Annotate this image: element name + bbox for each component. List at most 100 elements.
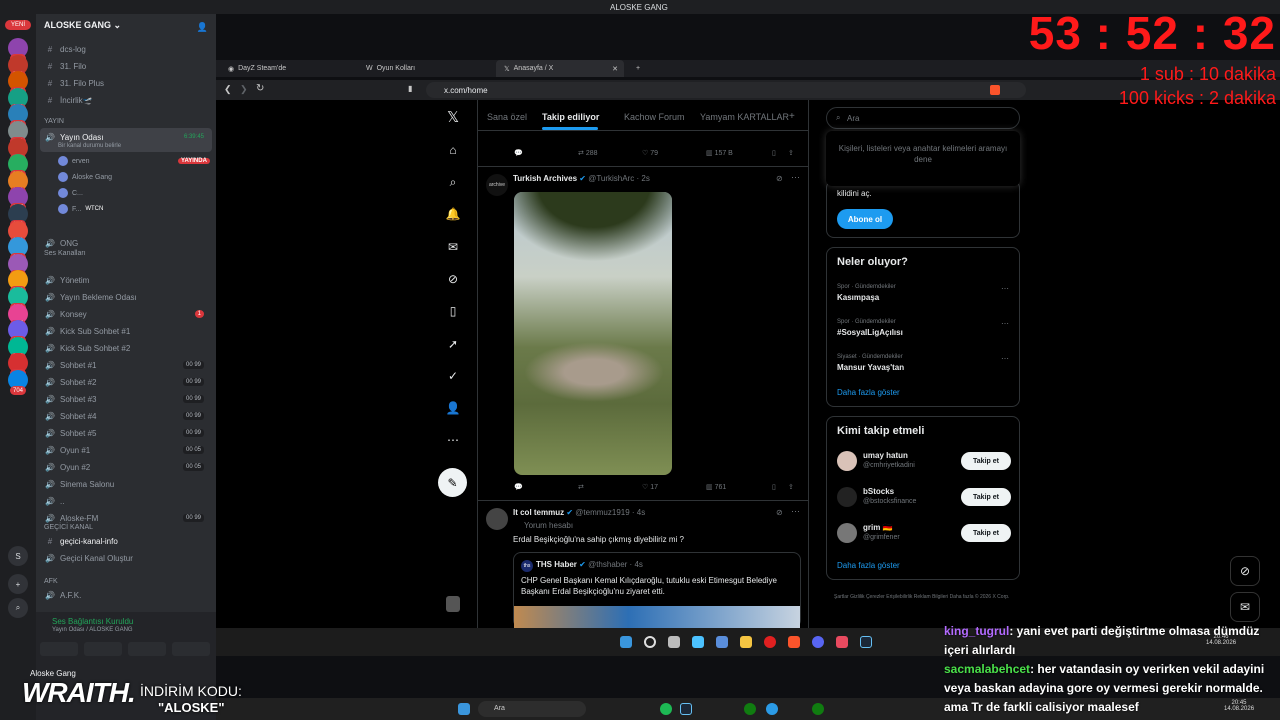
post2-handle[interactable]: @temmuz1919 · 4s (575, 508, 645, 517)
channel-voice[interactable]: 🔊 Aloske-FM 00 99 (44, 511, 210, 525)
jobs-icon[interactable]: ➚ (443, 334, 463, 354)
share-icon[interactable]: ⇪ (788, 149, 794, 157)
voice-user[interactable]: erven YAYINDA (58, 156, 210, 166)
spotify-icon[interactable] (660, 703, 672, 715)
views-count[interactable]: ▥ 157 B (706, 149, 772, 157)
opera-icon[interactable] (764, 636, 776, 648)
channel-status[interactable]: Bir kanal durumu belirle (58, 143, 121, 149)
post1-author[interactable]: Turkish Archives (513, 174, 577, 183)
edge-icon[interactable] (766, 703, 778, 715)
account-avatar[interactable] (446, 596, 460, 612)
post2-author[interactable]: It col temmuz (513, 508, 564, 517)
start-icon[interactable] (458, 703, 470, 715)
server-action-icon[interactable]: ⌕ (8, 598, 28, 618)
search-box[interactable]: ⌕ Ara (826, 107, 1020, 129)
bookmark-icon[interactable]: ▮ (408, 84, 412, 93)
quote-card[interactable]: ths THS Haber ✔ @thshaber · 4s CHP Genel… (513, 552, 801, 629)
bookmarks-icon[interactable]: ▯ (443, 301, 463, 321)
brave-icon[interactable] (788, 636, 800, 648)
like-button[interactable]: ♡ 17 (642, 483, 706, 491)
channel-voice[interactable]: 🔊 Yayın Bekleme Odası (44, 290, 210, 304)
channel-gecici-info[interactable]: # geçici-kanal-info (44, 534, 210, 548)
grok-fab[interactable]: ⊘ (1230, 556, 1260, 586)
trend-more-icon[interactable]: ⋯ (1001, 284, 1009, 293)
screen-button[interactable] (84, 642, 122, 656)
compose-button[interactable]: ✎ (438, 468, 467, 497)
server-action-icon[interactable]: S (8, 546, 28, 566)
url-field[interactable]: x.com/home (426, 82, 1026, 98)
channel-afk[interactable]: 🔊 A.F.K. (44, 588, 210, 602)
taskview-icon[interactable] (668, 636, 680, 648)
post-more-icon[interactable]: ⋯ (791, 506, 800, 517)
timeline-tab[interactable]: Yamyam KARTALLAR (700, 112, 789, 122)
channel-voice[interactable]: 🔊 Sinema Salonu (44, 477, 210, 491)
views-count[interactable]: ▥ 761 (706, 483, 772, 491)
channel-text[interactable]: #31. Filo Plus (44, 76, 210, 90)
follow-button[interactable]: Takip et (961, 452, 1011, 470)
forward-icon[interactable]: ❯ (240, 84, 248, 95)
category-afk[interactable]: AFK (44, 578, 58, 585)
app-icon[interactable] (836, 636, 848, 648)
soundboard-button[interactable] (172, 642, 210, 656)
channel-voice[interactable]: 🔊 Oyun #1 00 05 (44, 443, 210, 457)
start-icon[interactable] (620, 636, 632, 648)
add-tab-icon[interactable]: + (789, 111, 795, 122)
widgets-icon[interactable] (692, 636, 704, 648)
follow-name[interactable]: grim 🇩🇪 (863, 523, 893, 532)
tray-clock[interactable]: 20:45 14.08.2026 (1224, 700, 1254, 712)
search-icon[interactable] (644, 636, 656, 648)
channel-voice[interactable]: 🔊 Oyun #2 00 05 (44, 460, 210, 474)
follow-button[interactable]: Takip et (961, 524, 1011, 542)
post1-avatar[interactable]: archive (486, 174, 508, 196)
channel-voice[interactable]: 🔊 Kick Sub Sohbet #1 (44, 324, 210, 338)
avatar[interactable] (837, 523, 857, 543)
notifications-icon[interactable]: 🔔 (443, 204, 463, 224)
grok-icon[interactable]: ⊘ (443, 269, 463, 289)
avatar[interactable] (837, 487, 857, 507)
messages-fab[interactable]: ✉ (1230, 592, 1260, 622)
follow-name[interactable]: umay hatun (863, 451, 908, 460)
store-icon[interactable] (716, 636, 728, 648)
server-icon[interactable]: 704 (8, 370, 28, 395)
bookmark-icon[interactable]: ▯ (772, 149, 788, 157)
more-icon[interactable]: ⋯ (443, 430, 463, 450)
category-yayin[interactable]: YAYIN (44, 118, 64, 125)
channel-ong[interactable]: 🔊 ONG (44, 236, 210, 250)
follow-button[interactable]: Takip et (961, 488, 1011, 506)
steam-icon[interactable] (680, 703, 692, 715)
tab-dayz[interactable]: ◉ DayZ Steam'de (220, 60, 356, 77)
channel-voice[interactable]: 🔊 Sohbet #3 00 99 (44, 392, 210, 406)
like-button[interactable]: ♡ 79 (642, 149, 706, 157)
messages-icon[interactable]: ✉ (443, 237, 463, 257)
channel-voice[interactable]: 🔊 Sohbet #5 00 99 (44, 426, 210, 440)
back-icon[interactable]: ❮ (224, 84, 232, 95)
x-logo-icon[interactable]: 𝕏 (443, 107, 463, 127)
trend-more-icon[interactable]: ⋯ (1001, 319, 1009, 328)
tab-oyun[interactable]: W Oyun Kolları (358, 60, 494, 77)
trend-more-icon[interactable]: ⋯ (1001, 354, 1009, 363)
follow-name[interactable]: bStocks (863, 487, 894, 496)
post1-image[interactable] (514, 192, 672, 475)
reply-icon[interactable]: 💬 (514, 483, 578, 491)
steam-icon[interactable] (860, 636, 872, 648)
channel-yayin-odasi[interactable]: 🔊 Yayın Odası 6:39:45 (44, 130, 210, 144)
brave-shield-icon[interactable] (990, 85, 1000, 95)
server-action-icon[interactable]: + (8, 574, 28, 594)
channel-voice[interactable]: 🔊 Sohbet #4 00 99 (44, 409, 210, 423)
channel-gecici-create[interactable]: 🔊 Geçici Kanal Oluştur (44, 551, 210, 565)
retweet-icon[interactable]: ⇄ (578, 483, 642, 491)
channel-voice[interactable]: 🔊 Kick Sub Sohbet #2 (44, 341, 210, 355)
voice-user[interactable]: C... (58, 188, 83, 198)
server-name[interactable]: ALOSKE GANG ⌄ (44, 20, 121, 31)
xbox-icon[interactable] (812, 703, 824, 715)
reload-icon[interactable]: ↻ (256, 83, 264, 94)
channel-voice[interactable]: 🔊 Sohbet #1 00 99 (44, 358, 210, 372)
trends-show-more[interactable]: Daha fazla göster (837, 388, 900, 397)
avatar[interactable] (837, 451, 857, 471)
channel-text[interactable]: # İncirlik🛫 (44, 93, 210, 107)
channel-text[interactable]: # dcs-log (44, 42, 210, 56)
bookmark-icon[interactable]: ▯ (772, 483, 788, 491)
share-icon[interactable]: ⇪ (788, 483, 794, 491)
retweet-button[interactable]: ⇄ 288 (578, 149, 642, 157)
channel-voice[interactable]: 🔊 Sohbet #2 00 99 (44, 375, 210, 389)
